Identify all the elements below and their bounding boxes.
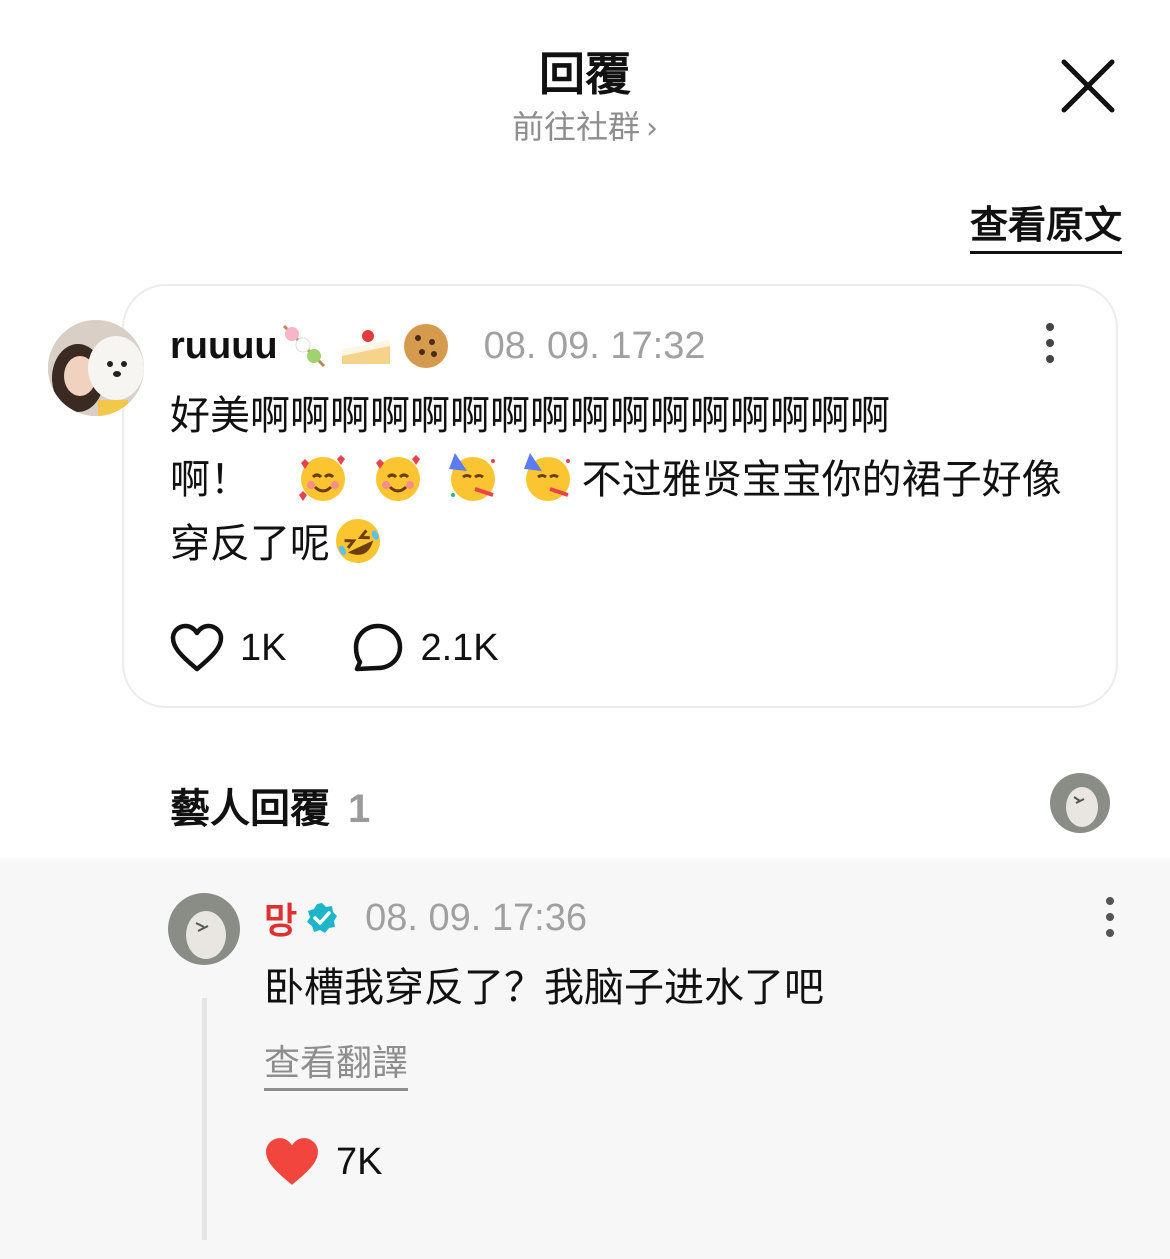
rolling-on-floor-laughing-emoji [336, 519, 380, 563]
comment-header: ruuuu 08. 09. 17:32 [170, 318, 706, 374]
comment-text-segment: 不过雅贤宝宝你的裙子好像 [581, 457, 1062, 503]
speech-bubble-icon[interactable] [352, 622, 404, 674]
dango-emoji [282, 324, 325, 368]
partying-face-emoji [523, 453, 570, 501]
comment-text-line3: 穿反了呢 [170, 512, 1090, 576]
chevron-right-icon: › [646, 111, 658, 146]
comment-text-segment: 啊！ [170, 457, 250, 503]
avatar[interactable] [48, 320, 144, 416]
heart-filled-icon[interactable] [264, 1136, 320, 1188]
cookie-emoji [403, 324, 448, 368]
comment-text: 好美啊啊啊啊啊啊啊啊啊啊啊啊啊啊啊啊 啊！ 不过雅贤宝宝你的裙子好像 穿反了呢 [170, 384, 1090, 576]
reply-page: 回覆 前往社群 › 查看原文 ruuuu 08. 09. 17:32 好美啊啊啊… [0, 0, 1170, 1259]
heart-outline-icon[interactable] [170, 623, 224, 673]
username[interactable]: ruuuu [170, 325, 278, 368]
artist-avatar-stack[interactable] [1050, 773, 1110, 833]
comment-actions: 1K 2.1K [170, 620, 499, 676]
go-to-community-link[interactable]: 前往社群 › [0, 102, 1170, 148]
page-title: 回覆 [539, 47, 631, 101]
thread-line [202, 998, 207, 1240]
like-count: 1K [240, 626, 287, 669]
reply-like-count: 7K [336, 1140, 383, 1183]
artist-replies-heading: 藝人回覆 1 [170, 776, 370, 834]
reply-text: 卧槽我穿反了？我脑子进水了吧 [264, 965, 824, 1011]
shortcake-emoji [341, 330, 390, 364]
view-original-link[interactable]: 查看原文 [969, 194, 1122, 254]
more-vertical-icon[interactable] [1040, 322, 1060, 364]
smiling-face-with-hearts-emoji [376, 455, 421, 501]
comment-text-line2: 啊！ 不过雅贤宝宝你的裙子好像 [170, 448, 1090, 512]
user-photo-icon [48, 320, 144, 416]
comment-text-line1: 好美啊啊啊啊啊啊啊啊啊啊啊啊啊啊啊啊 [170, 393, 890, 439]
verified-badge-icon [307, 903, 338, 933]
artist-replies-title: 藝人回覆 [170, 786, 330, 832]
reply-header: 망 08. 09. 17:36 [264, 893, 587, 943]
partying-face-emoji [448, 453, 495, 501]
close-icon[interactable] [1058, 56, 1118, 116]
avatar[interactable] [168, 893, 240, 965]
reply-count: 2.1K [420, 626, 499, 669]
artist-replies-count: 1 [348, 787, 371, 831]
comment-timestamp: 08. 09. 17:32 [483, 324, 706, 367]
artist-username[interactable]: 망 [264, 892, 297, 944]
artist-photo-icon [1050, 773, 1110, 833]
reply-actions: 7K [264, 1134, 382, 1190]
more-vertical-icon[interactable] [1100, 896, 1120, 938]
view-translation-link[interactable]: 查看翻譯 [264, 1034, 409, 1091]
comment-text-segment: 穿反了呢 [170, 521, 330, 567]
go-to-community-label: 前往社群 [511, 108, 640, 146]
artist-photo-icon [168, 893, 240, 965]
reply-timestamp: 08. 09. 17:36 [365, 896, 587, 939]
smiling-face-with-hearts-emoji [299, 455, 346, 501]
